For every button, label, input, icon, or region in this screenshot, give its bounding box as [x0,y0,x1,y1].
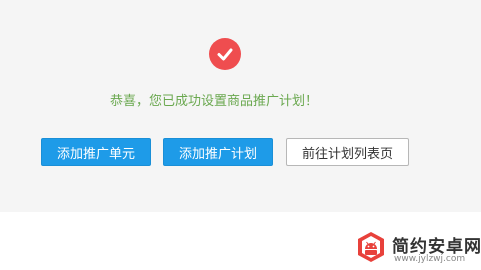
watermark: 简约安卓网 www.jylzwj.com [350,224,481,270]
success-panel: 恭喜，您已成功设置商品推广计划！ 添加推广单元 添加推广计划 前往计划列表页 [0,0,481,212]
add-promotion-plan-button[interactable]: 添加推广计划 [163,138,273,166]
watermark-url: www.jylzwj.com [394,254,466,264]
success-message: 恭喜，您已成功设置商品推广计划！ [110,94,319,109]
check-icon [209,38,241,70]
android-logo-icon [354,230,388,264]
add-promotion-unit-button[interactable]: 添加推广单元 [41,138,151,166]
go-to-plan-list-button[interactable]: 前往计划列表页 [286,138,409,166]
